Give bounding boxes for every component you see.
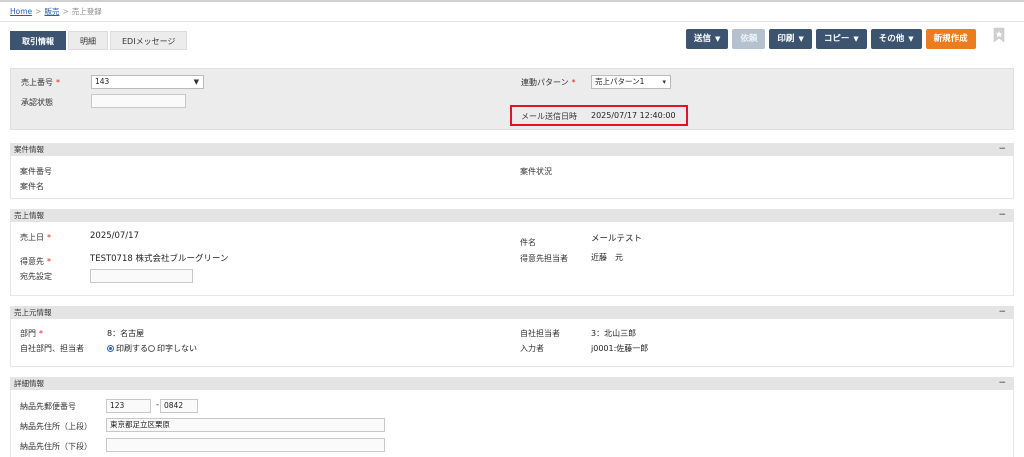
chevron-down-icon: ▼ — [798, 35, 804, 43]
print-yes-radio[interactable] — [107, 345, 114, 352]
print-option-group: 印刷する 印字しない — [107, 343, 197, 354]
address-lower-label: 納品先住所（下段） — [20, 442, 92, 451]
address-upper-field[interactable]: 東京都足立区栗原 — [106, 418, 385, 432]
collapse-icon[interactable]: − — [998, 143, 1006, 156]
sales-number-label: 売上番号 * — [21, 78, 60, 87]
own-rep-label: 自社担当者 — [520, 329, 560, 338]
approval-status-label: 承認状態 — [21, 98, 53, 107]
breadcrumb-separator: > — [35, 7, 42, 16]
link-pattern-select[interactable]: 売上パターン1 ▾ — [591, 75, 671, 89]
subject-value: メールテスト — [591, 234, 643, 244]
project-name-label: 案件名 — [20, 182, 44, 191]
breadcrumb-current: 売上登録 — [71, 7, 102, 16]
send-button-label: 送信 — [694, 34, 712, 44]
tab-details[interactable]: 明細 — [68, 31, 108, 50]
customer-rep-value: 近藤 元 — [591, 253, 623, 262]
chevron-down-icon: ▼ — [193, 78, 199, 86]
chevron-down-icon: ▼ — [908, 35, 914, 43]
project-info-section: 案件番号 案件名 案件状況 — [10, 156, 1014, 199]
sales-number-select[interactable]: 143 ▼ — [91, 75, 204, 89]
action-toolbar: 送信 ▼ 依頼 印刷 ▼ コピー ▼ その他 ▼ 新規作成 — [686, 29, 976, 49]
print-no-radio[interactable] — [148, 345, 155, 352]
customer-label: 得意先 * — [20, 257, 51, 266]
send-button[interactable]: 送信 ▼ — [686, 29, 729, 49]
link-pattern-label: 連動パターン * — [521, 78, 576, 87]
print-no-label[interactable]: 印字しない — [157, 344, 197, 353]
addressee-field[interactable] — [90, 269, 193, 283]
entered-by-value: j0001:佐藤一郎 — [591, 344, 649, 353]
breadcrumb-divider — [0, 21, 1024, 22]
other-button-label: その他 — [878, 34, 905, 44]
subject-label: 件名 — [520, 238, 536, 247]
create-new-button[interactable]: 新規作成 — [925, 29, 976, 49]
postal-code-first-field[interactable]: 123 — [106, 399, 151, 413]
project-info-header: 案件情報 − — [10, 143, 1014, 156]
address-lower-field[interactable] — [106, 438, 385, 452]
project-number-label: 案件番号 — [20, 167, 52, 176]
address-upper-label: 納品先住所（上段） — [20, 422, 92, 431]
pin-icon[interactable] — [992, 27, 1006, 43]
department-label: 部門 * — [20, 329, 43, 338]
sales-info-header: 売上情報 − — [10, 209, 1014, 222]
seller-info-header: 売上元情報 − — [10, 306, 1014, 319]
postal-code-dash: - — [156, 400, 159, 409]
breadcrumb: Home > 販売 > 売上登録 — [10, 6, 102, 17]
chevron-down-icon: ▼ — [715, 35, 721, 43]
request-button[interactable]: 依頼 — [732, 29, 766, 49]
tab-transaction-info[interactable]: 取引情報 — [10, 31, 66, 50]
chevron-down-icon: ▾ — [662, 78, 666, 86]
chevron-down-icon: ▼ — [853, 35, 859, 43]
other-button[interactable]: その他 ▼ — [870, 29, 922, 49]
tab-bar: 取引情報 明細 EDIメッセージ — [10, 31, 188, 50]
mail-sent-value: 2025/07/17 12:40:00 — [591, 111, 676, 120]
mail-sent-label: メール送信日時 — [521, 112, 577, 121]
breadcrumb-home-link[interactable]: Home — [10, 7, 32, 16]
collapse-icon[interactable]: − — [998, 306, 1006, 319]
department-value: 8：名古屋 — [107, 329, 145, 338]
customer-value: TEST0718 株式会社ブルーグリーン — [90, 254, 229, 264]
print-yes-label[interactable]: 印刷する — [116, 344, 148, 353]
entered-by-label: 入力者 — [520, 344, 544, 353]
seller-info-section: 部門 * 8：名古屋 自社部門、担当者 印刷する 印字しない 自社担当者 3：北山三… — [10, 319, 1014, 367]
own-rep-value: 3：北山三郎 — [591, 329, 637, 338]
customer-rep-label: 得意先担当者 — [520, 254, 568, 263]
collapse-icon[interactable]: − — [998, 209, 1006, 222]
own-dept-label: 自社部門、担当者 — [20, 344, 84, 353]
sales-date-value: 2025/07/17 — [90, 231, 139, 241]
copy-button[interactable]: コピー ▼ — [815, 29, 867, 49]
print-button-label: 印刷 — [777, 34, 795, 44]
postal-code-second-field[interactable]: 0842 — [160, 399, 198, 413]
tab-edi-message[interactable]: EDIメッセージ — [110, 31, 188, 50]
detail-info-header: 詳細情報 − — [10, 377, 1014, 390]
print-button[interactable]: 印刷 ▼ — [769, 29, 812, 49]
detail-info-section: 納品先郵便番号 123 - 0842 納品先住所（上段） 東京都足立区栗原 納品… — [10, 390, 1014, 457]
top-border — [0, 0, 1024, 2]
sales-info-section: 売上日 * 2025/07/17 得意先 * TEST0718 株式会社ブルーグリー… — [10, 222, 1014, 296]
breadcrumb-separator: > — [62, 7, 69, 16]
addressee-label: 宛先設定 — [20, 272, 52, 281]
collapse-icon[interactable]: − — [998, 377, 1006, 390]
approval-status-field[interactable] — [91, 94, 186, 108]
header-panel: 売上番号 * 143 ▼ 承認状態 連動パターン * 売上パターン1 ▾ メール送信日時… — [10, 68, 1014, 130]
sales-date-label: 売上日 * — [20, 233, 51, 242]
breadcrumb-sales-link[interactable]: 販売 — [44, 7, 59, 16]
project-status-label: 案件状況 — [520, 167, 552, 176]
postal-code-label: 納品先郵便番号 — [20, 402, 76, 411]
copy-button-label: コピー — [823, 34, 850, 44]
